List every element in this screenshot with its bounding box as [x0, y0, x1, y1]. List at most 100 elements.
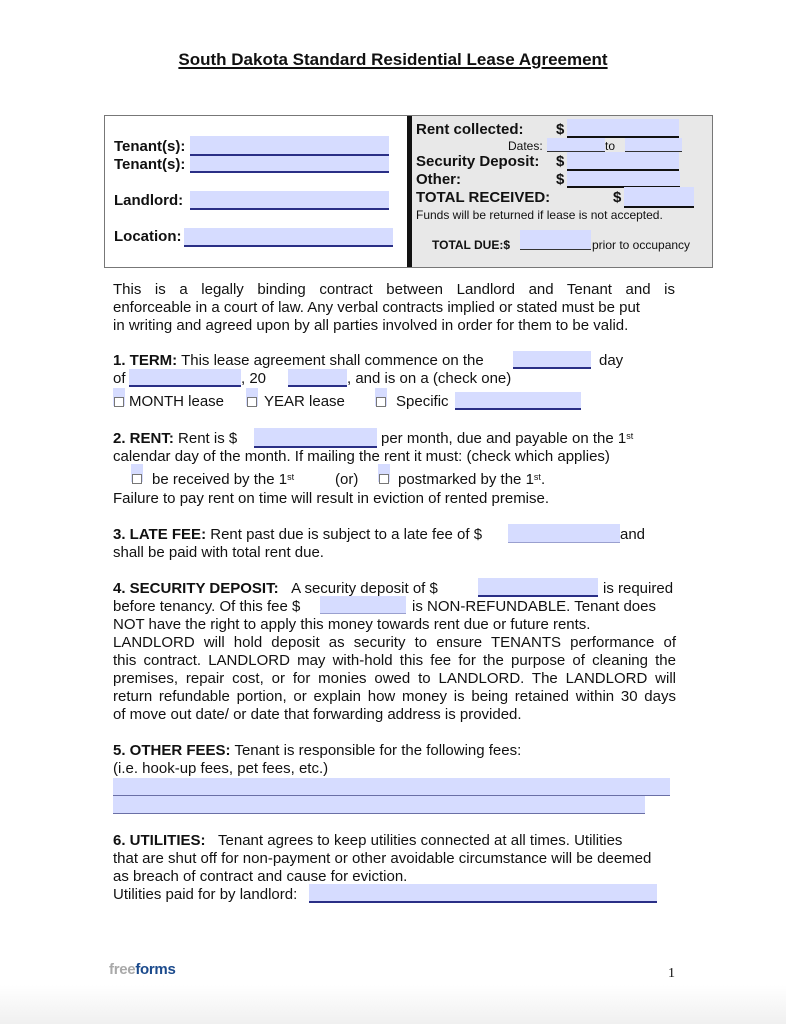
deposit-line-2b: is NON-REFUNDABLE. Tenant does [412, 598, 656, 615]
location-field[interactable] [184, 228, 393, 247]
late-fee-field[interactable] [508, 524, 620, 543]
postmarked-sup: st [533, 472, 541, 482]
total-received-field[interactable] [624, 187, 694, 208]
term-month-field[interactable] [129, 369, 241, 387]
landlord-label: Landlord: [114, 192, 184, 209]
received-by-label: be received by the 1st [152, 471, 294, 489]
deposit-amount-field[interactable] [478, 578, 598, 597]
utilities-line-1: 6. UTILITIES: Tenant agrees to keep util… [113, 832, 622, 850]
rent-line-2: calendar day of the month. If mailing th… [113, 448, 610, 465]
security-deposit-label: Security Deposit: [416, 153, 540, 170]
term-of-label: of [113, 370, 126, 387]
received-sup: st [287, 472, 295, 482]
dollar-sign: $ [556, 171, 565, 188]
other-fees-field-2[interactable] [113, 796, 645, 814]
dates-to-label: to [605, 139, 616, 153]
rent-collected-field[interactable] [567, 119, 679, 138]
logo-free: free [109, 961, 136, 978]
term-heading: 1. TERM: [113, 352, 178, 369]
rent-line-4: Failure to pay rent on time will result … [113, 490, 550, 507]
utilities-line-2: that are shut off for non-payment or oth… [113, 850, 652, 867]
term-line-1: 1. TERM: This lease agreement shall comm… [113, 352, 484, 370]
term-year-prefix: , 20 [241, 370, 267, 387]
postmarked-by-label: postmarked by the 1st. [398, 471, 545, 489]
landlord-utilities-field[interactable] [309, 884, 657, 903]
other-label: Other: [416, 171, 461, 188]
deposit-line-8: of move out date/ or date that forwardin… [113, 706, 522, 723]
rent-line-1b: per month, due and payable on the 1st [381, 430, 633, 448]
received-by-text: be received by the 1 [152, 471, 288, 488]
other-fees-line-2: (i.e. hook-up fees, pet fees, etc.) [113, 760, 329, 777]
term-day-field[interactable] [513, 351, 591, 369]
rent-collected-label: Rent collected: [416, 121, 524, 138]
freeforms-logo: freeforms [109, 961, 176, 978]
dates-label: Dates: [508, 139, 543, 153]
late-fee-text-2: and [620, 526, 646, 543]
deposit-line-7: return refundable portion, or explain ho… [113, 688, 676, 705]
rent-text-1: Rent is $ [178, 430, 238, 447]
specific-label: Specific [396, 393, 449, 410]
total-due-suffix: prior to occupancy [592, 238, 691, 252]
postmarked-by-text: postmarked by the 1 [398, 471, 534, 488]
deposit-heading: 4. SECURITY DEPOSIT: [113, 580, 279, 597]
other-field[interactable] [567, 171, 680, 188]
month-lease-checkbox[interactable] [114, 397, 124, 407]
month-lease-label: MONTH lease [129, 393, 225, 410]
year-lease-checkbox[interactable] [247, 397, 257, 407]
specific-term-field[interactable] [455, 392, 581, 410]
postmarked-by-checkbox[interactable] [379, 474, 389, 484]
dollar-sign: $ [613, 189, 622, 206]
deposit-line-4: LANDLORD will hold deposit as security t… [113, 634, 676, 651]
term-text-1: This lease agreement shall commence on t… [181, 352, 484, 369]
deposit-text-1: A security deposit of $ [291, 580, 438, 597]
intro-line-2: enforceable in a court of law. Any verba… [113, 299, 640, 316]
rent-text-2: per month, due and payable on the 1 [381, 430, 627, 447]
utilities-text-1: Tenant agrees to keep utilities connecte… [218, 832, 623, 849]
intro-line-3: in writing and agreed upon by all partie… [113, 317, 629, 334]
total-due-field[interactable] [520, 230, 591, 250]
other-fees-heading: 5. OTHER FEES: [113, 742, 231, 759]
rent-or-label: (or) [335, 471, 359, 488]
utilities-heading: 6. UTILITIES: [113, 832, 206, 849]
specific-checkbox[interactable] [376, 397, 386, 407]
dates-to-field[interactable] [625, 138, 682, 152]
page-number: 1 [668, 966, 675, 981]
rent-sup: st [626, 431, 634, 441]
received-by-checkbox[interactable] [132, 474, 142, 484]
tenant2-field[interactable] [190, 156, 389, 173]
security-deposit-field[interactable] [567, 152, 679, 171]
other-fees-text-1: Tenant is responsible for the following … [234, 742, 522, 759]
rent-line-1a: 2. RENT: Rent is $ [113, 430, 237, 448]
other-fees-field-1[interactable] [113, 778, 670, 796]
dollar-sign: $ [556, 153, 565, 170]
document-title: South Dakota Standard Residential Lease … [178, 50, 608, 69]
rent-heading: 2. RENT: [113, 430, 174, 447]
deposit-text-2: is required [603, 580, 674, 597]
intro-line-1: This is a legally binding contract betwe… [113, 281, 675, 298]
funds-note: Funds will be returned if lease is not a… [416, 208, 663, 222]
dollar-sign: $ [556, 121, 565, 138]
term-text-3: , and is on a (check one) [347, 370, 512, 387]
late-fee-line-1: 3. LATE FEE: Rent past due is subject to… [113, 526, 482, 544]
late-fee-text-1: Rent past due is subject to a late fee o… [210, 526, 483, 543]
postmarked-period: . [540, 471, 546, 488]
tenant1-field[interactable] [190, 136, 389, 156]
deposit-line-5: this contract. LANDLORD may with-hold th… [113, 652, 676, 669]
late-fee-heading: 3. LATE FEE: [113, 526, 207, 543]
nonrefundable-field[interactable] [320, 596, 406, 614]
logo-forms: forms [135, 961, 176, 978]
total-received-label: TOTAL RECEIVED: [416, 189, 551, 206]
landlord-field[interactable] [190, 191, 389, 210]
parties-panel: Tenant(s): Tenant(s): Landlord: Location… [105, 116, 407, 267]
other-fees-line-1: 5. OTHER FEES: Tenant is responsible for… [113, 742, 521, 760]
term-day-label: day [599, 352, 624, 369]
term-year-field[interactable] [288, 369, 347, 387]
tenant1-label: Tenant(s): [114, 138, 186, 155]
page-bottom-edge [0, 985, 786, 1024]
payment-summary-panel: Rent collected: $ Dates: to Security Dep… [412, 116, 712, 267]
total-due-label: TOTAL DUE:$ [432, 238, 511, 252]
dates-from-field[interactable] [547, 138, 605, 152]
rent-amount-field[interactable] [254, 428, 377, 448]
deposit-line-6: premises, repair cost, or for monies owe… [113, 670, 676, 687]
late-fee-line-2: shall be paid with total rent due. [113, 544, 324, 561]
